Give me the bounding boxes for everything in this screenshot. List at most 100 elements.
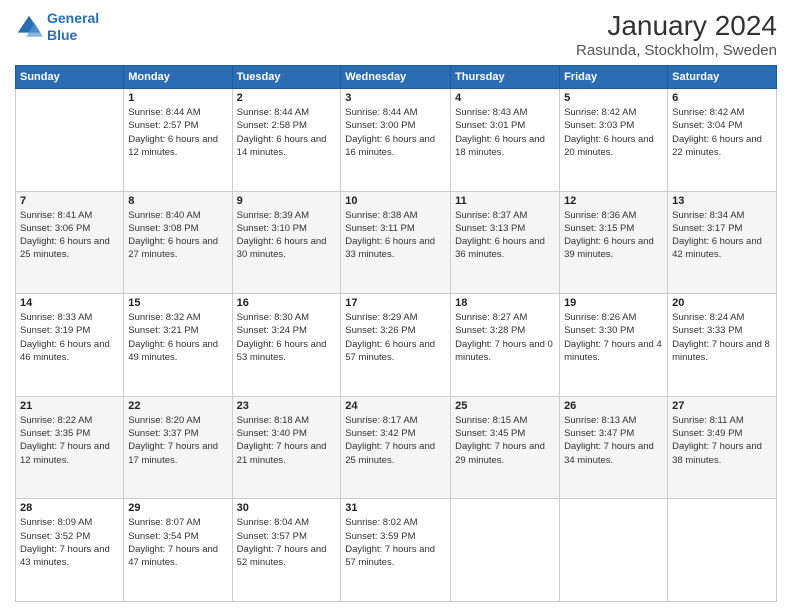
day-info: Sunrise: 8:11 AMSunset: 3:49 PMDaylight:… bbox=[672, 414, 772, 467]
day-info: Sunrise: 8:27 AMSunset: 3:28 PMDaylight:… bbox=[455, 311, 555, 364]
week-row-3: 21 Sunrise: 8:22 AMSunset: 3:35 PMDayligh… bbox=[16, 396, 777, 499]
day-info: Sunrise: 8:42 AMSunset: 3:04 PMDaylight:… bbox=[672, 106, 772, 159]
calendar-cell: 7 Sunrise: 8:41 AMSunset: 3:06 PMDaylight… bbox=[16, 191, 124, 294]
calendar-cell: 9 Sunrise: 8:39 AMSunset: 3:10 PMDaylight… bbox=[232, 191, 341, 294]
day-info: Sunrise: 8:15 AMSunset: 3:45 PMDaylight:… bbox=[455, 414, 555, 467]
day-info: Sunrise: 8:20 AMSunset: 3:37 PMDaylight:… bbox=[128, 414, 227, 467]
calendar-cell: 22 Sunrise: 8:20 AMSunset: 3:37 PMDayligh… bbox=[124, 396, 232, 499]
day-info: Sunrise: 8:04 AMSunset: 3:57 PMDaylight:… bbox=[237, 516, 337, 569]
week-row-2: 14Sunrise: 8:33 AMSunset: 3:19 PMDayligh… bbox=[16, 294, 777, 397]
day-info: Sunrise: 8:13 AMSunset: 3:47 PMDaylight:… bbox=[564, 414, 663, 467]
calendar-cell: 15 Sunrise: 8:32 AMSunset: 3:21 PMDayligh… bbox=[124, 294, 232, 397]
calendar-cell: 4 Sunrise: 8:43 AMSunset: 3:01 PMDaylight… bbox=[451, 89, 560, 192]
calendar-cell bbox=[560, 499, 668, 602]
day-info: Sunrise: 8:38 AMSunset: 3:11 PMDaylight:… bbox=[345, 209, 446, 262]
day-info: Sunrise: 8:44 AMSunset: 2:58 PMDaylight:… bbox=[237, 106, 337, 159]
day-number: 23 bbox=[237, 400, 337, 412]
week-row-0: 1 Sunrise: 8:44 AMSunset: 2:57 PMDaylight… bbox=[16, 89, 777, 192]
day-number: 9 bbox=[237, 195, 337, 207]
calendar-cell: 6 Sunrise: 8:42 AMSunset: 3:04 PMDaylight… bbox=[668, 89, 777, 192]
calendar-cell: 19 Sunrise: 8:26 AMSunset: 3:30 PMDayligh… bbox=[560, 294, 668, 397]
calendar-cell: 21 Sunrise: 8:22 AMSunset: 3:35 PMDayligh… bbox=[16, 396, 124, 499]
day-number: 18 bbox=[455, 297, 555, 309]
day-number: 2 bbox=[237, 92, 337, 104]
day-number: 29 bbox=[128, 502, 227, 514]
col-saturday: Saturday bbox=[668, 66, 777, 89]
day-info: Sunrise: 8:44 AMSunset: 3:00 PMDaylight:… bbox=[345, 106, 446, 159]
day-info: Sunrise: 8:24 AMSunset: 3:33 PMDaylight:… bbox=[672, 311, 772, 364]
col-sunday: Sunday bbox=[16, 66, 124, 89]
calendar-cell: 18 Sunrise: 8:27 AMSunset: 3:28 PMDayligh… bbox=[451, 294, 560, 397]
calendar-cell: 13Sunrise: 8:34 AMSunset: 3:17 PMDayligh… bbox=[668, 191, 777, 294]
calendar-cell: 12 Sunrise: 8:36 AMSunset: 3:15 PMDayligh… bbox=[560, 191, 668, 294]
col-friday: Friday bbox=[560, 66, 668, 89]
day-number: 20 bbox=[672, 297, 772, 309]
calendar-cell: 27 Sunrise: 8:11 AMSunset: 3:49 PMDayligh… bbox=[668, 396, 777, 499]
day-number: 27 bbox=[672, 400, 772, 412]
col-monday: Monday bbox=[124, 66, 232, 89]
day-number: 8 bbox=[128, 195, 227, 207]
day-info: Sunrise: 8:41 AMSunset: 3:06 PMDaylight:… bbox=[20, 209, 119, 262]
day-number: 15 bbox=[128, 297, 227, 309]
logo: General Blue bbox=[15, 10, 99, 44]
day-number: 25 bbox=[455, 400, 555, 412]
calendar-cell: 24Sunrise: 8:17 AMSunset: 3:42 PMDayligh… bbox=[341, 396, 451, 499]
calendar-header-row: Sunday Monday Tuesday Wednesday Thursday… bbox=[16, 66, 777, 89]
day-info: Sunrise: 8:17 AMSunset: 3:42 PMDaylight:… bbox=[345, 414, 446, 467]
day-info: Sunrise: 8:36 AMSunset: 3:15 PMDaylight:… bbox=[564, 209, 663, 262]
day-number: 13 bbox=[672, 195, 772, 207]
day-number: 31 bbox=[345, 502, 446, 514]
title-section: January 2024 Rasunda, Stockholm, Sweden bbox=[576, 10, 777, 59]
header: General Blue January 2024 Rasunda, Stock… bbox=[15, 10, 777, 59]
day-info: Sunrise: 8:02 AMSunset: 3:59 PMDaylight:… bbox=[345, 516, 446, 569]
day-number: 16 bbox=[237, 297, 337, 309]
calendar-cell: 3Sunrise: 8:44 AMSunset: 3:00 PMDaylight… bbox=[341, 89, 451, 192]
calendar-cell: 31 Sunrise: 8:02 AMSunset: 3:59 PMDayligh… bbox=[341, 499, 451, 602]
calendar-cell bbox=[668, 499, 777, 602]
calendar-cell: 29 Sunrise: 8:07 AMSunset: 3:54 PMDayligh… bbox=[124, 499, 232, 602]
page: General Blue January 2024 Rasunda, Stock… bbox=[0, 0, 792, 612]
calendar-cell: 11 Sunrise: 8:37 AMSunset: 3:13 PMDayligh… bbox=[451, 191, 560, 294]
day-number: 10 bbox=[345, 195, 446, 207]
calendar-cell: 2 Sunrise: 8:44 AMSunset: 2:58 PMDaylight… bbox=[232, 89, 341, 192]
calendar-cell: 28 Sunrise: 8:09 AMSunset: 3:52 PMDayligh… bbox=[16, 499, 124, 602]
day-info: Sunrise: 8:44 AMSunset: 2:57 PMDaylight:… bbox=[128, 106, 227, 159]
week-row-4: 28 Sunrise: 8:09 AMSunset: 3:52 PMDayligh… bbox=[16, 499, 777, 602]
calendar-cell: 25 Sunrise: 8:15 AMSunset: 3:45 PMDayligh… bbox=[451, 396, 560, 499]
calendar-cell: 23 Sunrise: 8:18 AMSunset: 3:40 PMDayligh… bbox=[232, 396, 341, 499]
day-number: 19 bbox=[564, 297, 663, 309]
day-info: Sunrise: 8:40 AMSunset: 3:08 PMDaylight:… bbox=[128, 209, 227, 262]
calendar-cell: 1 Sunrise: 8:44 AMSunset: 2:57 PMDaylight… bbox=[124, 89, 232, 192]
day-number: 5 bbox=[564, 92, 663, 104]
day-info: Sunrise: 8:07 AMSunset: 3:54 PMDaylight:… bbox=[128, 516, 227, 569]
day-info: Sunrise: 8:09 AMSunset: 3:52 PMDaylight:… bbox=[20, 516, 119, 569]
day-info: Sunrise: 8:29 AMSunset: 3:26 PMDaylight:… bbox=[345, 311, 446, 364]
calendar-cell bbox=[16, 89, 124, 192]
day-info: Sunrise: 8:22 AMSunset: 3:35 PMDaylight:… bbox=[20, 414, 119, 467]
calendar-cell: 8 Sunrise: 8:40 AMSunset: 3:08 PMDaylight… bbox=[124, 191, 232, 294]
day-number: 6 bbox=[672, 92, 772, 104]
day-number: 21 bbox=[20, 400, 119, 412]
day-number: 22 bbox=[128, 400, 227, 412]
main-title: January 2024 bbox=[576, 10, 777, 42]
day-number: 1 bbox=[128, 92, 227, 104]
day-info: Sunrise: 8:18 AMSunset: 3:40 PMDaylight:… bbox=[237, 414, 337, 467]
week-row-1: 7 Sunrise: 8:41 AMSunset: 3:06 PMDaylight… bbox=[16, 191, 777, 294]
day-number: 4 bbox=[455, 92, 555, 104]
calendar-cell: 5 Sunrise: 8:42 AMSunset: 3:03 PMDaylight… bbox=[560, 89, 668, 192]
calendar-cell: 16Sunrise: 8:30 AMSunset: 3:24 PMDayligh… bbox=[232, 294, 341, 397]
day-number: 14 bbox=[20, 297, 119, 309]
calendar-cell: 10 Sunrise: 8:38 AMSunset: 3:11 PMDayligh… bbox=[341, 191, 451, 294]
day-number: 28 bbox=[20, 502, 119, 514]
day-number: 7 bbox=[20, 195, 119, 207]
day-info: Sunrise: 8:42 AMSunset: 3:03 PMDaylight:… bbox=[564, 106, 663, 159]
day-info: Sunrise: 8:37 AMSunset: 3:13 PMDaylight:… bbox=[455, 209, 555, 262]
calendar-cell: 14Sunrise: 8:33 AMSunset: 3:19 PMDayligh… bbox=[16, 294, 124, 397]
day-info: Sunrise: 8:32 AMSunset: 3:21 PMDaylight:… bbox=[128, 311, 227, 364]
day-info: Sunrise: 8:26 AMSunset: 3:30 PMDaylight:… bbox=[564, 311, 663, 364]
day-info: Sunrise: 8:43 AMSunset: 3:01 PMDaylight:… bbox=[455, 106, 555, 159]
col-thursday: Thursday bbox=[451, 66, 560, 89]
day-number: 11 bbox=[455, 195, 555, 207]
day-info: Sunrise: 8:39 AMSunset: 3:10 PMDaylight:… bbox=[237, 209, 337, 262]
day-number: 12 bbox=[564, 195, 663, 207]
